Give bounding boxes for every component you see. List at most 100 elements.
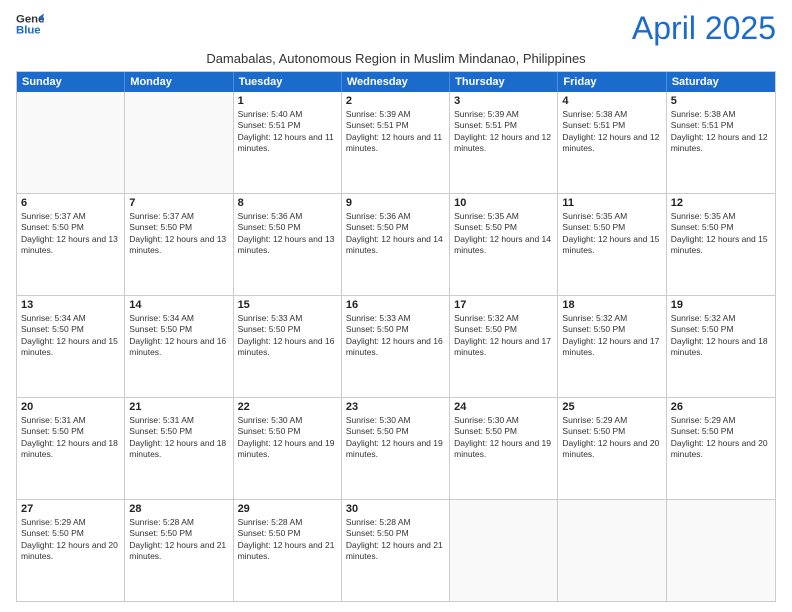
cell-text: Sunrise: 5:30 AM Sunset: 5:50 PM Dayligh… [238,415,337,461]
calendar-cell-r3-c4: 16Sunrise: 5:33 AM Sunset: 5:50 PM Dayli… [342,296,450,397]
day-number: 26 [671,401,771,413]
cell-text: Sunrise: 5:30 AM Sunset: 5:50 PM Dayligh… [346,415,445,461]
cell-text: Sunrise: 5:38 AM Sunset: 5:51 PM Dayligh… [562,109,661,155]
day-number: 15 [238,299,337,311]
calendar-cell-r5-c6 [558,500,666,601]
header-monday: Monday [125,72,233,92]
calendar-cell-r3-c6: 18 Sunrise: 5:32 AM Sunset: 5:50 PM Dayli… [558,296,666,397]
cell-text: Sunrise: 5:33 AM Sunset: 5:50 PM Dayligh… [238,313,337,359]
logo-icon: General Blue [16,10,44,38]
day-number: 12 [671,197,771,209]
day-number: 23 [346,401,445,413]
day-number: 11 [562,197,661,209]
day-number: 22 [238,401,337,413]
day-number: 19 [671,299,771,311]
day-number: 6 [21,197,120,209]
day-number: 4 [562,95,661,107]
calendar-row-1: 1 Sunrise: 5:40 AM Sunset: 5:51 PM Daylig… [17,92,775,193]
header-wednesday: Wednesday [342,72,450,92]
cell-text: Sunrise: 5:29 AM Sunset: 5:50 PM Dayligh… [21,517,120,563]
calendar-cell-r2-c2: 7 Sunrise: 5:37 AM Sunset: 5:50 PM Daylig… [125,194,233,295]
day-number: 30 [346,503,445,515]
cell-text: Sunrise: 5:30 AM Sunset: 5:50 PM Dayligh… [454,415,553,461]
cell-text: Sunrise: 5:29 AM Sunset: 5:50 PM Dayligh… [671,415,771,461]
calendar-cell-r2-c3: 8 Sunrise: 5:36 AM Sunset: 5:50 PM Daylig… [234,194,342,295]
cell-text: Sunrise: 5:36 AM Sunset: 5:50 PM Dayligh… [346,211,445,257]
day-number: 5 [671,95,771,107]
calendar-cell-r1-c3: 1 Sunrise: 5:40 AM Sunset: 5:51 PM Daylig… [234,92,342,193]
day-number: 1 [238,95,337,107]
calendar-cell-r3-c7: 19 Sunrise: 5:32 AM Sunset: 5:50 PM Dayli… [667,296,775,397]
calendar-cell-r4-c3: 22 Sunrise: 5:30 AM Sunset: 5:50 PM Dayli… [234,398,342,499]
calendar-cell-r5-c5 [450,500,558,601]
calendar-cell-r5-c7 [667,500,775,601]
cell-text: Sunrise: 5:35 AM Sunset: 5:50 PM Dayligh… [562,211,661,257]
calendar-cell-r3-c1: 13Sunrise: 5:34 AM Sunset: 5:50 PM Dayli… [17,296,125,397]
page: General Blue April 2025 Damabalas, Auton… [0,0,792,612]
day-number: 17 [454,299,553,311]
cell-text: Sunrise: 5:39 AM Sunset: 5:51 PM Dayligh… [454,109,553,155]
logo: General Blue [16,10,44,38]
calendar-cell-r4-c4: 23 Sunrise: 5:30 AM Sunset: 5:50 PM Dayli… [342,398,450,499]
cell-text: Sunrise: 5:39 AM Sunset: 5:51 PM Dayligh… [346,109,445,155]
calendar-cell-r3-c2: 14 Sunrise: 5:34 AM Sunset: 5:50 PM Dayli… [125,296,233,397]
cell-text: Sunrise: 5:28 AM Sunset: 5:50 PM Dayligh… [238,517,337,563]
cell-text: Sunrise: 5:32 AM Sunset: 5:50 PM Dayligh… [562,313,661,359]
day-number: 10 [454,197,553,209]
day-number: 2 [346,95,445,107]
calendar-cell-r4-c1: 20 Sunrise: 5:31 AM Sunset: 5:50 PM Dayli… [17,398,125,499]
calendar-cell-r5-c2: 28Sunrise: 5:28 AM Sunset: 5:50 PM Dayli… [125,500,233,601]
day-number: 18 [562,299,661,311]
calendar-cell-r5-c1: 27 Sunrise: 5:29 AM Sunset: 5:50 PM Dayli… [17,500,125,601]
calendar-cell-r2-c4: 9 Sunrise: 5:36 AM Sunset: 5:50 PM Daylig… [342,194,450,295]
title-section: April 2025 [632,10,776,47]
subtitle: Damabalas, Autonomous Region in Muslim M… [16,51,776,66]
day-number: 9 [346,197,445,209]
header-saturday: Saturday [667,72,775,92]
day-number: 7 [129,197,228,209]
calendar-cell-r4-c2: 21Sunrise: 5:31 AM Sunset: 5:50 PM Dayli… [125,398,233,499]
day-number: 27 [21,503,120,515]
calendar-row-3: 13Sunrise: 5:34 AM Sunset: 5:50 PM Dayli… [17,295,775,397]
day-number: 16 [346,299,445,311]
calendar-cell-r4-c5: 24Sunrise: 5:30 AM Sunset: 5:50 PM Dayli… [450,398,558,499]
header-friday: Friday [558,72,666,92]
day-number: 3 [454,95,553,107]
calendar-cell-r3-c5: 17 Sunrise: 5:32 AM Sunset: 5:50 PM Dayli… [450,296,558,397]
calendar-cell-r4-c7: 26 Sunrise: 5:29 AM Sunset: 5:50 PM Dayli… [667,398,775,499]
cell-text: Sunrise: 5:32 AM Sunset: 5:50 PM Dayligh… [454,313,553,359]
day-number: 21 [129,401,228,413]
day-number: 28 [129,503,228,515]
calendar-cell-r1-c7: 5 Sunrise: 5:38 AM Sunset: 5:51 PM Daylig… [667,92,775,193]
header: General Blue April 2025 [16,10,776,47]
day-number: 8 [238,197,337,209]
calendar-body: 1 Sunrise: 5:40 AM Sunset: 5:51 PM Daylig… [17,92,775,601]
calendar-row-2: 6 Sunrise: 5:37 AM Sunset: 5:50 PM Daylig… [17,193,775,295]
calendar-cell-r5-c3: 29 Sunrise: 5:28 AM Sunset: 5:50 PM Dayli… [234,500,342,601]
calendar: Sunday Monday Tuesday Wednesday Thursday… [16,71,776,602]
cell-text: Sunrise: 5:37 AM Sunset: 5:50 PM Dayligh… [129,211,228,257]
day-number: 25 [562,401,661,413]
calendar-cell-r1-c6: 4 Sunrise: 5:38 AM Sunset: 5:51 PM Daylig… [558,92,666,193]
day-number: 29 [238,503,337,515]
cell-text: Sunrise: 5:32 AM Sunset: 5:50 PM Dayligh… [671,313,771,359]
cell-text: Sunrise: 5:31 AM Sunset: 5:50 PM Dayligh… [21,415,120,461]
cell-text: Sunrise: 5:38 AM Sunset: 5:51 PM Dayligh… [671,109,771,155]
calendar-cell-r4-c6: 25 Sunrise: 5:29 AM Sunset: 5:50 PM Dayli… [558,398,666,499]
cell-text: Sunrise: 5:37 AM Sunset: 5:50 PM Dayligh… [21,211,120,257]
calendar-cell-r1-c2 [125,92,233,193]
cell-text: Sunrise: 5:35 AM Sunset: 5:50 PM Dayligh… [671,211,771,257]
day-number: 20 [21,401,120,413]
month-title: April 2025 [632,10,776,47]
cell-text: Sunrise: 5:34 AM Sunset: 5:50 PM Dayligh… [129,313,228,359]
cell-text: Sunrise: 5:28 AM Sunset: 5:50 PM Dayligh… [346,517,445,563]
calendar-cell-r1-c5: 3 Sunrise: 5:39 AM Sunset: 5:51 PM Daylig… [450,92,558,193]
cell-text: Sunrise: 5:40 AM Sunset: 5:51 PM Dayligh… [238,109,337,155]
calendar-row-4: 20 Sunrise: 5:31 AM Sunset: 5:50 PM Dayli… [17,397,775,499]
cell-text: Sunrise: 5:29 AM Sunset: 5:50 PM Dayligh… [562,415,661,461]
header-tuesday: Tuesday [234,72,342,92]
header-sunday: Sunday [17,72,125,92]
cell-text: Sunrise: 5:36 AM Sunset: 5:50 PM Dayligh… [238,211,337,257]
calendar-cell-r2-c1: 6 Sunrise: 5:37 AM Sunset: 5:50 PM Daylig… [17,194,125,295]
day-number: 14 [129,299,228,311]
